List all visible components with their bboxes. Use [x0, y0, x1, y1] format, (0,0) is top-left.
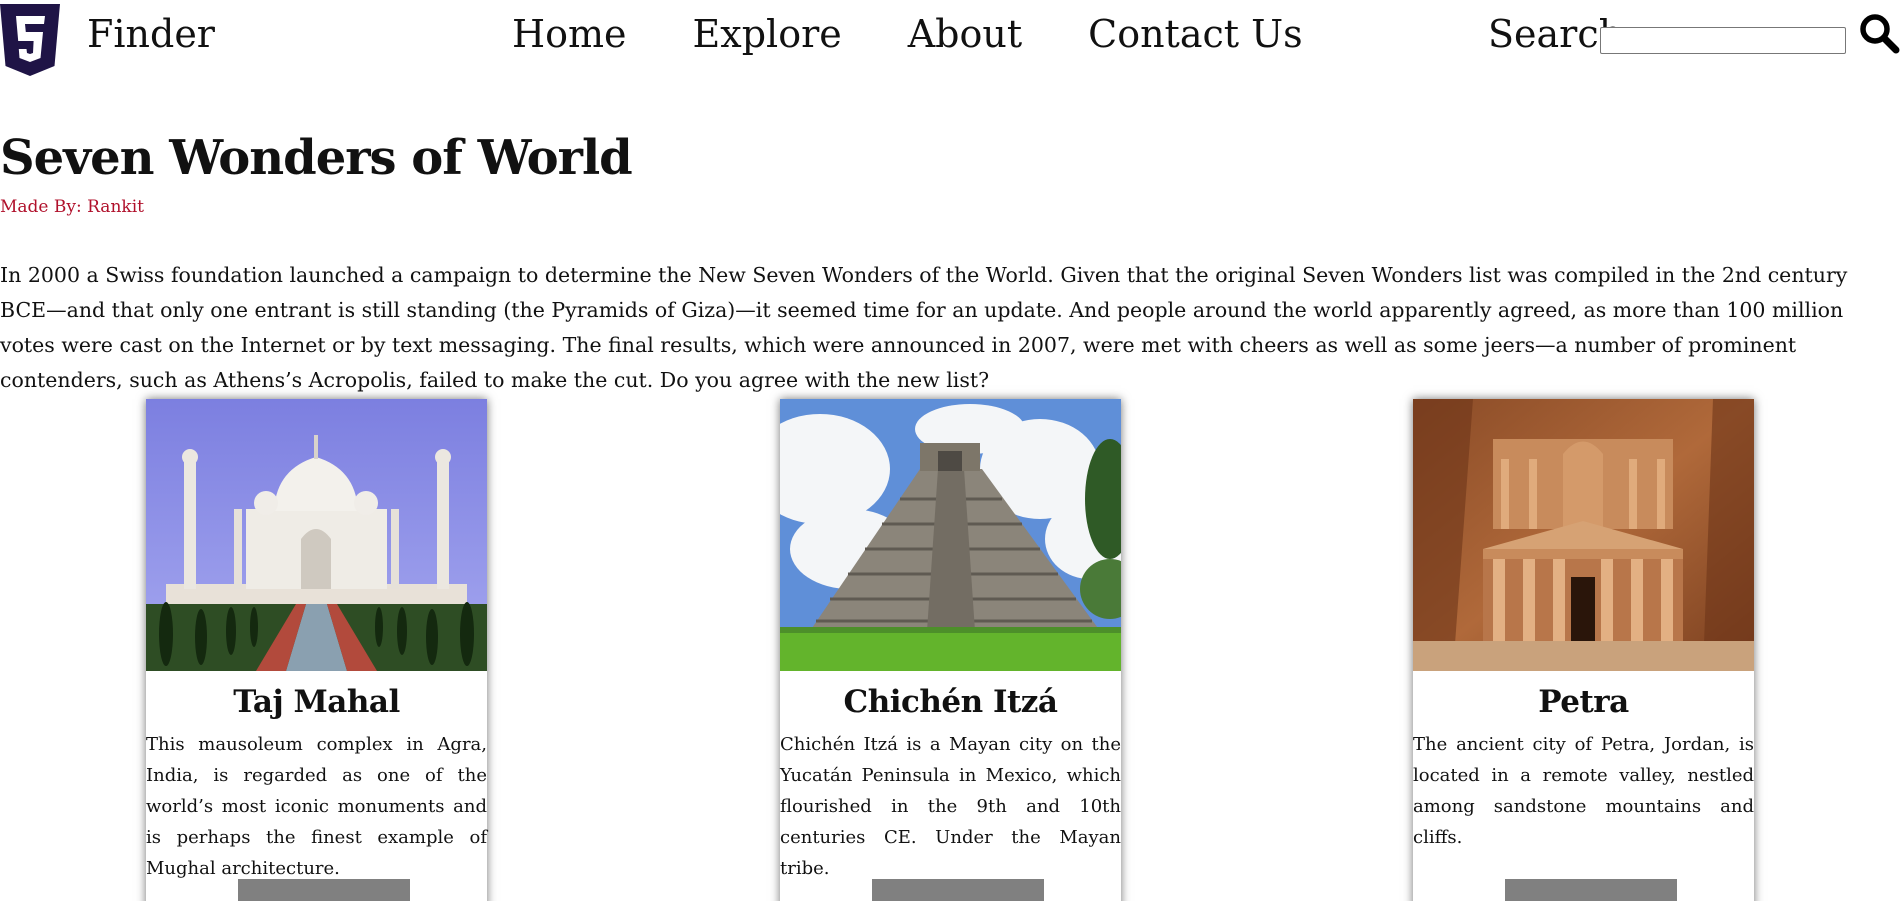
- nav-link-about[interactable]: About: [908, 10, 1022, 58]
- search-button[interactable]: [1858, 8, 1900, 56]
- taj-mahal-image: [146, 399, 487, 671]
- nav-link-home[interactable]: Home: [512, 10, 627, 58]
- card-image-petra: [1413, 399, 1754, 671]
- wonder-card: Taj Mahal This mausoleum complex in Agra…: [146, 399, 487, 901]
- wonder-card: Petra The ancient city of Petra, Jordan,…: [1413, 399, 1754, 901]
- card-title: Petra: [1538, 684, 1629, 720]
- nav-link-explore[interactable]: Explore: [693, 10, 842, 58]
- wonder-card: Chichén Itzá Chichén Itzá is a Mayan cit…: [780, 399, 1121, 901]
- card-title: Taj Mahal: [233, 684, 400, 720]
- page-title: Seven Wonders of World: [0, 130, 633, 186]
- html5-logo-icon[interactable]: [0, 4, 60, 76]
- brand-name[interactable]: Finder: [87, 10, 215, 58]
- card-button[interactable]: [238, 879, 410, 901]
- author-byline: Made By: Rankit: [0, 197, 144, 217]
- card-title: Chichén Itzá: [843, 684, 1058, 720]
- card-description: The ancient city of Petra, Jordan, is lo…: [1413, 734, 1754, 848]
- card-button[interactable]: [872, 879, 1044, 901]
- card-description: This mausoleum complex in Agra, India, i…: [146, 734, 487, 879]
- chichen-itza-image: [780, 399, 1121, 671]
- intro-paragraph: In 2000 a Swiss foundation launched a ca…: [0, 263, 1848, 392]
- card-button[interactable]: [1505, 879, 1677, 901]
- card-image-taj-mahal: [146, 399, 487, 671]
- nav-link-contact-us[interactable]: Contact Us: [1088, 10, 1303, 58]
- card-description: Chichén Itzá is a Mayan city on the Yuca…: [780, 734, 1121, 879]
- petra-image: [1413, 399, 1754, 671]
- top-navbar: Finder Home Explore About Contact Us Sea…: [0, 0, 1900, 80]
- magnifier-icon: [1860, 14, 1900, 54]
- nav-links: Home Explore About Contact Us: [512, 10, 1369, 58]
- card-image-chichen-itza: [780, 399, 1121, 671]
- search-input[interactable]: [1600, 27, 1846, 54]
